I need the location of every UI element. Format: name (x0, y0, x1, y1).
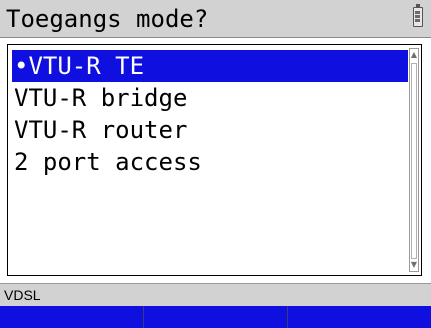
list-scrollbar[interactable]: ▲ ▼ (409, 48, 419, 272)
access-mode-list: •VTU-R TE VTU-R bridge VTU-R router 2 po… (7, 44, 422, 276)
status-bar: VDSL (0, 283, 431, 306)
list-item-label: VTU-R TE (28, 52, 145, 80)
scroll-track[interactable] (411, 63, 417, 259)
softkey-1[interactable] (0, 306, 144, 328)
page-title: Toegangs mode? (6, 5, 209, 33)
softkey-3[interactable] (288, 306, 431, 328)
scroll-down-icon[interactable]: ▼ (410, 259, 418, 271)
battery-icon (413, 4, 423, 27)
selected-bullet-icon: • (14, 52, 29, 80)
scroll-up-icon[interactable]: ▲ (410, 49, 418, 61)
list-item-2-port-access[interactable]: 2 port access (12, 146, 408, 178)
title-bar: Toegangs mode? (0, 0, 431, 38)
list-item-vtu-r-router[interactable]: VTU-R router (12, 114, 408, 146)
softkey-2[interactable] (144, 306, 288, 328)
softkey-bar (0, 306, 431, 328)
list-item-label: VTU-R bridge (14, 84, 188, 112)
device-screen: Toegangs mode? •VTU-R TE VTU-R bridge VT… (0, 0, 431, 328)
list-item-label: VTU-R router (14, 116, 188, 144)
list-item-vtu-r-te[interactable]: •VTU-R TE (12, 50, 408, 82)
list-item-label: 2 port access (14, 148, 202, 176)
status-text: VDSL (4, 287, 41, 303)
list-item-vtu-r-bridge[interactable]: VTU-R bridge (12, 82, 408, 114)
